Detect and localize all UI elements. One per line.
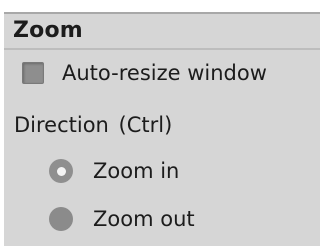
zoom-in-radio[interactable] bbox=[49, 159, 73, 183]
zoom-out-label[interactable]: Zoom out bbox=[93, 204, 195, 234]
zoom-out-option[interactable]: Zoom out bbox=[49, 203, 195, 235]
direction-label: Direction (Ctrl) bbox=[14, 113, 173, 137]
section-heading: Zoom bbox=[13, 18, 83, 43]
zoom-in-option[interactable]: Zoom in bbox=[49, 155, 179, 187]
heading-divider bbox=[4, 48, 320, 50]
zoom-out-radio[interactable] bbox=[49, 207, 73, 231]
zoom-in-label[interactable]: Zoom in bbox=[93, 156, 179, 186]
zoom-options-panel: Zoom Auto-resize window Direction (Ctrl)… bbox=[4, 12, 320, 246]
auto-resize-checkbox[interactable] bbox=[22, 62, 44, 84]
radio-selected-dot bbox=[56, 166, 66, 176]
auto-resize-label[interactable]: Auto-resize window bbox=[62, 58, 267, 88]
top-divider bbox=[4, 12, 320, 14]
auto-resize-option[interactable]: Auto-resize window bbox=[22, 57, 267, 89]
